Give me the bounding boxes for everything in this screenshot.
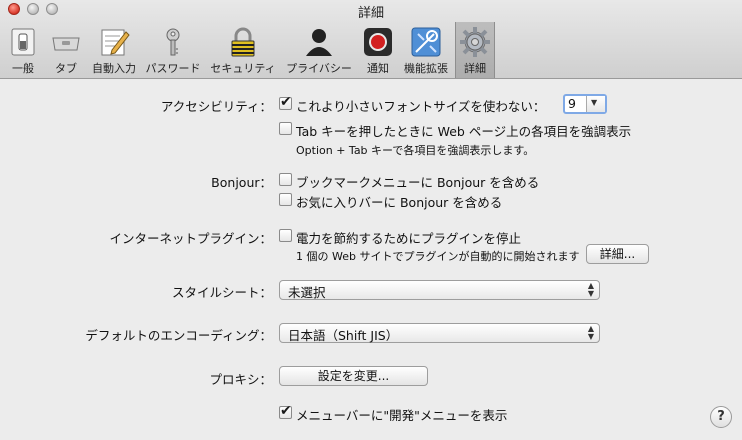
tabs-icon xyxy=(52,37,80,51)
min-font-size-checkbox[interactable] xyxy=(279,94,292,110)
toolbar-label-tabs: タブ xyxy=(55,62,77,75)
toolbar-item-extensions[interactable]: 機能拡張 xyxy=(400,22,452,78)
plugin-details-button[interactable]: 詳細... xyxy=(586,244,649,264)
toolbar-label-privacy: プライバシー xyxy=(286,62,352,75)
chevron-down-icon[interactable] xyxy=(586,96,605,112)
toolbar-label-security: セキュリティ xyxy=(210,62,276,75)
record-icon xyxy=(364,28,392,56)
toolbar-item-security[interactable]: セキュリティ xyxy=(208,22,278,78)
toolbar-item-advanced[interactable]: 詳細 xyxy=(455,22,495,78)
toolbar-label-notifications: 通知 xyxy=(367,62,389,75)
toolbar-label-passwords: パスワード xyxy=(145,62,201,75)
toolbar-item-general[interactable]: 一般 xyxy=(4,22,42,78)
encoding-label: デフォルトのエンコーディング： xyxy=(85,328,272,343)
updown-arrows-icon: ▲ ▼ xyxy=(587,324,594,341)
pencil-form-icon xyxy=(101,29,130,56)
proxy-label: プロキシ： xyxy=(209,372,272,387)
toolbar-item-passwords[interactable]: パスワード xyxy=(142,22,204,78)
padlock-icon xyxy=(231,27,255,57)
extensions-icon xyxy=(411,27,441,57)
stop-plugins-checkbox[interactable] xyxy=(279,229,292,242)
help-button[interactable]: ? xyxy=(710,406,732,428)
stylesheet-label: スタイルシート： xyxy=(171,285,272,300)
encoding-value: 日本語（Shift JIS） xyxy=(288,328,399,343)
stylesheet-popup[interactable]: 未選択 ▲ ▼ xyxy=(279,280,600,300)
toolbar-item-notifications[interactable]: 通知 xyxy=(360,22,396,78)
key-icon xyxy=(166,28,180,56)
toolbar-label-autofill: 自動入力 xyxy=(92,62,136,75)
toolbar-item-privacy[interactable]: プライバシー xyxy=(282,22,356,78)
stop-plugins-label: 電力を節約するためにプラグインを停止 xyxy=(296,231,522,246)
plugins-note: 1 個の Web サイトでプラグインが自動的に開始されます xyxy=(296,250,580,263)
title-toolbar: 詳細 一般 タブ 自動入力 パスワード セキュリティ プライバシー 通知 機能拡… xyxy=(0,0,742,79)
toolbar-item-tabs[interactable]: タブ xyxy=(46,22,86,78)
show-develop-menu-checkbox[interactable] xyxy=(279,403,292,419)
bonjour-favorites-checkbox[interactable] xyxy=(279,193,292,206)
bonjour-bookmarks-checkbox[interactable] xyxy=(279,173,292,186)
bonjour-bookmarks-label: ブックマークメニューに Bonjour を含める xyxy=(296,175,540,190)
show-develop-menu-label: メニューバーに"開発"メニューを表示 xyxy=(296,408,508,423)
toolbar-label-advanced: 詳細 xyxy=(464,62,486,75)
min-font-size-label: これより小さいフォントサイズを使わない： xyxy=(296,99,546,114)
bonjour-label: Bonjour： xyxy=(211,175,272,190)
toolbar-item-autofill[interactable]: 自動入力 xyxy=(88,22,140,78)
tab-highlight-note: Option + Tab キーで各項目を強調表示します。 xyxy=(296,144,535,157)
silhouette-icon xyxy=(306,29,332,56)
updown-arrows-icon: ▲ ▼ xyxy=(587,281,594,298)
safari-preferences-window: 詳細 一般 タブ 自動入力 パスワード セキュリティ プライバシー 通知 機能拡… xyxy=(0,0,742,440)
tab-highlight-checkbox[interactable] xyxy=(279,122,292,135)
encoding-popup[interactable]: 日本語（Shift JIS） ▲ ▼ xyxy=(279,323,600,343)
toolbar-label-general: 一般 xyxy=(12,62,34,75)
min-font-size-value: 9 xyxy=(568,96,576,111)
window-title: 詳細 xyxy=(357,6,384,21)
min-font-size-combobox[interactable]: 9 xyxy=(563,94,607,114)
accessibility-label: アクセシビリティ： xyxy=(160,99,272,114)
bonjour-favorites-label: お気に入りバーに Bonjour を含める xyxy=(296,195,503,210)
toolbar-label-extensions: 機能拡張 xyxy=(404,62,448,75)
tab-highlight-label: Tab キーを押したときに Web ページ上の各項目を強調表示 xyxy=(296,124,632,139)
proxy-change-settings-button[interactable]: 設定を変更... xyxy=(279,366,428,386)
switch-icon xyxy=(11,28,35,56)
stylesheet-value: 未選択 xyxy=(288,285,326,300)
plugins-label: インターネットプラグイン： xyxy=(109,231,272,246)
gear-icon xyxy=(460,27,490,57)
